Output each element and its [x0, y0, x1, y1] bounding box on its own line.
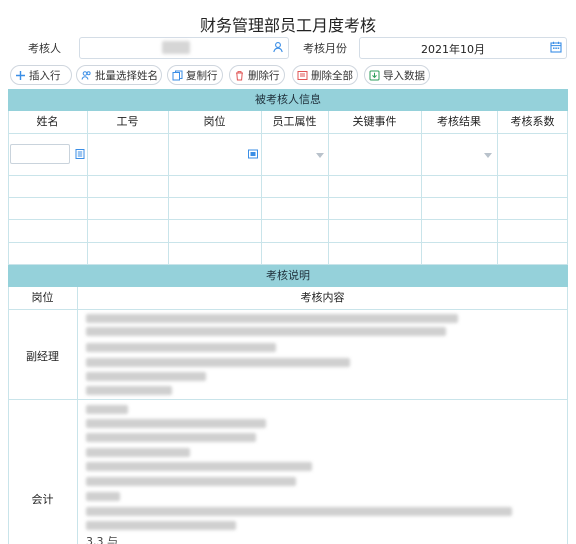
- role-deputy-manager: 副经理: [26, 350, 59, 363]
- explanation-column-content: 考核内容: [300, 291, 345, 304]
- assessee-section-header: 被考核人信息: [8, 89, 568, 111]
- delete-row-button[interactable]: 删除行: [229, 65, 285, 85]
- copy-row-button[interactable]: 复制行: [167, 65, 223, 85]
- assessor-label: 考核人: [28, 42, 61, 55]
- column-header-employee-id: 工号: [116, 115, 139, 128]
- column-header-key-event: 关键事件: [352, 115, 397, 128]
- delete-all-label: 删除全部: [311, 69, 353, 82]
- explanation-column-position: 岗位: [31, 291, 54, 304]
- position-picker-icon[interactable]: [248, 149, 258, 159]
- grid-divider: [8, 242, 568, 243]
- column-header-name: 姓名: [36, 115, 59, 128]
- batch-select-names-button[interactable]: 批量选择姓名: [76, 65, 162, 85]
- grid-divider: [8, 197, 568, 198]
- name-picker-icon[interactable]: [75, 149, 85, 159]
- grid-divider: [8, 219, 568, 220]
- user-icon[interactable]: [272, 41, 284, 53]
- grid-divider: [8, 133, 568, 134]
- import-data-label: 导入数据: [383, 69, 425, 82]
- copy-icon: [172, 70, 183, 81]
- column-header-position: 岗位: [203, 115, 226, 128]
- assessor-value-redacted: [162, 41, 190, 54]
- column-header-employee-attribute: 员工属性: [272, 115, 317, 128]
- grid-divider: [8, 309, 568, 310]
- month-value: 2021年10月: [421, 43, 485, 56]
- import-icon: [369, 70, 380, 81]
- batch-select-names-label: 批量选择姓名: [95, 69, 158, 82]
- insert-row-button[interactable]: 插入行: [10, 65, 72, 85]
- import-data-button[interactable]: 导入数据: [364, 65, 430, 85]
- trash-icon: [234, 70, 245, 81]
- column-header-result: 考核结果: [437, 115, 481, 128]
- month-label: 考核月份: [303, 42, 347, 55]
- insert-row-label: 插入行: [29, 69, 61, 82]
- role-accountant: 会计: [31, 493, 54, 506]
- result-dropdown-icon[interactable]: [484, 153, 492, 158]
- name-input[interactable]: [10, 144, 70, 164]
- delete-row-label: 删除行: [248, 69, 280, 82]
- page-title: 财务管理部员工月度考核: [199, 16, 376, 35]
- grid-divider: [77, 287, 78, 544]
- grid-divider: [8, 175, 568, 176]
- plus-icon: [15, 70, 26, 81]
- column-header-coefficient: 考核系数: [510, 115, 555, 128]
- clear-all-icon: [297, 70, 308, 81]
- users-icon: [81, 70, 92, 81]
- calendar-icon[interactable]: [550, 41, 562, 53]
- assessor-field[interactable]: [79, 37, 289, 59]
- explanation-section-header: 考核说明: [8, 265, 568, 287]
- copy-row-label: 复制行: [186, 69, 218, 82]
- month-field[interactable]: 2021年10月: [359, 37, 567, 59]
- employee-attribute-dropdown-icon[interactable]: [316, 153, 324, 158]
- delete-all-button[interactable]: 删除全部: [292, 65, 358, 85]
- grid-divider: [8, 399, 568, 400]
- accountant-content-tail: 3.3 与: [86, 535, 118, 544]
